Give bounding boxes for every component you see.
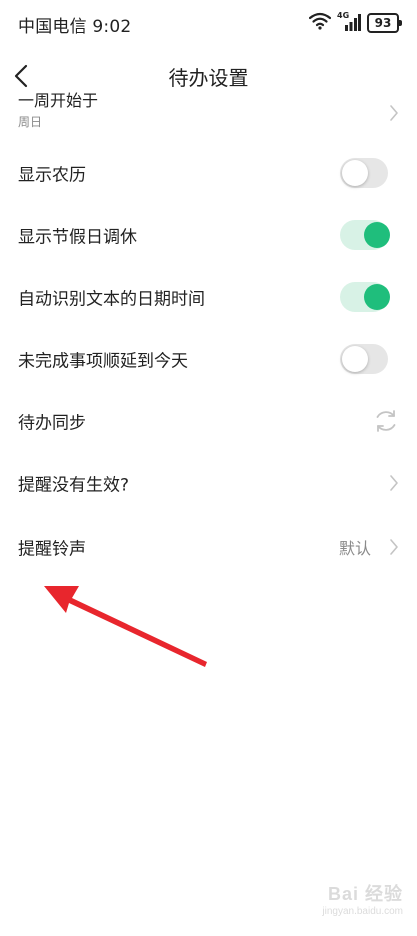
wifi-icon [308, 12, 332, 34]
settings-list: 一周开始于 周日 显示农历 显示节假日调休 自动识别文本的日期时间 未完成事项顺… [0, 91, 417, 596]
setting-label: 一周开始于 [18, 91, 99, 110]
auto-detect-toggle[interactable] [340, 282, 390, 312]
cellular-signal-icon: 4G [337, 11, 361, 33]
setting-label: 显示农历 [18, 165, 86, 186]
setting-show-lunar: 显示农历 [0, 142, 417, 204]
setting-postpone: 未完成事项顺延到今天 [0, 328, 417, 390]
status-icons: 4G 93 [308, 11, 402, 34]
toggle-knob [364, 222, 390, 248]
setting-auto-detect: 自动识别文本的日期时间 [0, 266, 417, 328]
toggle-knob [342, 346, 368, 372]
show-lunar-toggle[interactable] [340, 158, 388, 188]
setting-label: 提醒铃声 [18, 539, 86, 560]
setting-show-holidays: 显示节假日调休 [0, 204, 417, 266]
sync-icon [376, 410, 396, 432]
setting-value: 周日 [18, 115, 43, 129]
watermark-logo: Bai 经验 [327, 884, 403, 904]
watermark: Bai 经验 jingyan.baidu.com [283, 878, 403, 924]
setting-sync[interactable]: 待办同步 [0, 390, 417, 452]
setting-label: 未完成事项顺延到今天 [18, 351, 188, 372]
postpone-toggle[interactable] [340, 344, 388, 374]
setting-week-start[interactable]: 一周开始于 周日 [0, 82, 417, 144]
setting-value: 默认 [338, 539, 371, 558]
toggle-knob [342, 160, 368, 186]
setting-label: 待办同步 [18, 413, 86, 434]
status-bar: 中国电信 9:02 4G 93 [0, 0, 417, 46]
setting-reminder-help[interactable]: 提醒没有生效? [0, 452, 417, 514]
chevron-right-icon [390, 475, 398, 491]
setting-ringtone[interactable]: 提醒铃声 默认 [0, 516, 417, 578]
chevron-right-icon [390, 105, 398, 121]
setting-label: 显示节假日调休 [18, 227, 137, 248]
watermark-url: jingyan.baidu.com [322, 906, 403, 917]
show-holidays-toggle[interactable] [340, 220, 390, 250]
carrier-time: 中国电信 9:02 [18, 17, 132, 37]
battery-indicator: 93 [367, 13, 402, 33]
setting-label: 提醒没有生效? [18, 475, 130, 496]
setting-label: 自动识别文本的日期时间 [18, 289, 205, 310]
toggle-knob [364, 284, 390, 310]
chevron-right-icon [390, 539, 398, 555]
